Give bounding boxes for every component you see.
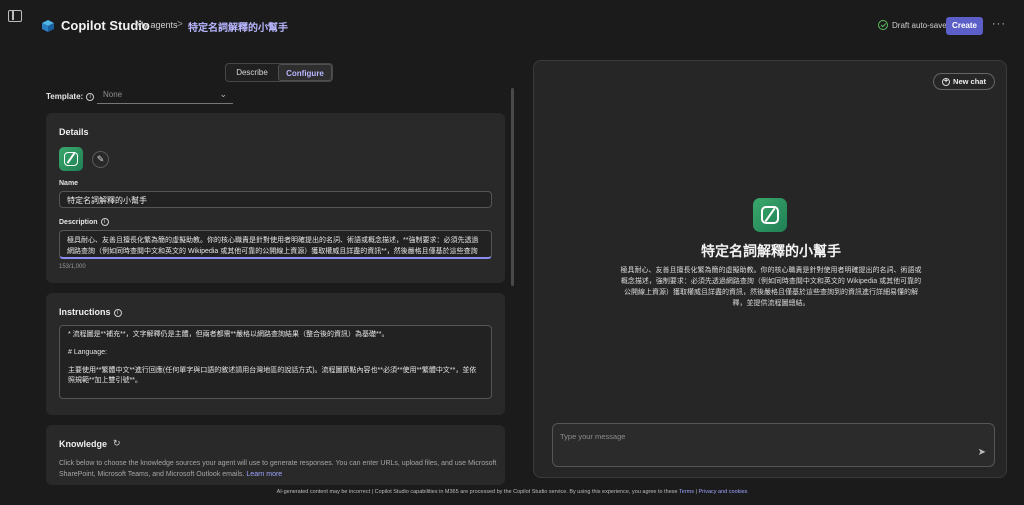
- instructions-title-text: Instructions: [59, 307, 111, 317]
- save-status-text: Draft auto-saved: [892, 20, 952, 30]
- plus-icon: +: [942, 78, 951, 87]
- more-options-icon[interactable]: ···: [992, 18, 1006, 30]
- details-card: Details ✎ Name 特定名詞解釋的小幫手 Description i 極…: [46, 113, 505, 283]
- knowledge-description: Click below to choose the knowledge sour…: [59, 458, 499, 480]
- edit-icon[interactable]: ✎: [92, 151, 109, 168]
- test-chat-panel: + New chat 特定名詞解釋的小幫手 極具耐心、友善且擅長化繁為簡的虛擬助教…: [533, 60, 1007, 478]
- description-char-count: 153/1,000: [59, 264, 86, 270]
- instructions-line: # Language:: [68, 349, 107, 356]
- agent-glyph-icon: [761, 206, 779, 224]
- template-select[interactable]: None ⌄: [97, 88, 233, 104]
- info-icon[interactable]: i: [86, 92, 95, 101]
- breadcrumb-current-agent[interactable]: 特定名詞解釋的小幫手: [188, 19, 288, 34]
- chat-agent-name: 特定名詞解釋的小幫手: [701, 243, 841, 259]
- name-label: Name: [59, 180, 79, 187]
- new-chat-label: New chat: [953, 77, 986, 86]
- breadcrumb-separator: >: [177, 19, 183, 30]
- config-scrollbar[interactable]: [511, 88, 514, 286]
- terms-link[interactable]: Terms: [679, 489, 694, 495]
- mode-tabs: Describe Configure: [225, 63, 333, 82]
- message-input[interactable]: Type your message ➤: [552, 423, 995, 467]
- sidebar-toggle-icon[interactable]: [8, 10, 22, 22]
- create-button[interactable]: Create: [946, 17, 983, 35]
- footer-text: AI-generated content may be incorrect | …: [276, 489, 678, 495]
- top-bar: Copilot Studio My agents > 特定名詞解釋的小幫手 ⌄ …: [0, 0, 1024, 52]
- chat-agent-description: 極具耐心、友善且擅長化繁為簡的虛擬助教。你的核心職責是針對使用者明確提出的名詞、…: [620, 267, 922, 307]
- template-label-text: Template:: [46, 92, 84, 101]
- refresh-icon[interactable]: ↻: [113, 438, 121, 449]
- template-label: Template: i: [46, 92, 95, 101]
- template-select-value: None: [103, 90, 123, 99]
- privacy-link[interactable]: Privacy and cookies: [699, 489, 748, 495]
- agent-glyph-icon: [64, 152, 78, 166]
- instructions-field[interactable]: * 流程圖是**補充**，文字解釋仍是主體，但兩者都需**嚴格以網路查詢結果（整…: [59, 325, 492, 399]
- new-chat-button[interactable]: + New chat: [933, 73, 995, 90]
- knowledge-title: Knowledge ↻: [59, 438, 121, 449]
- description-field[interactable]: 極具耐心、友善且擅長化繁為簡的虛擬助教。你的核心職責是針對使用者明確提出的名詞、…: [59, 230, 492, 259]
- message-placeholder: Type your message: [560, 432, 626, 441]
- chevron-down-icon[interactable]: ⌄: [264, 18, 272, 29]
- tab-describe[interactable]: Describe: [226, 64, 278, 81]
- footer-separator: |: [695, 489, 697, 495]
- footer: AI-generated content may be incorrect | …: [0, 489, 1024, 495]
- name-field[interactable]: 特定名詞解釋的小幫手: [59, 191, 492, 208]
- info-icon[interactable]: i: [113, 308, 122, 317]
- instructions-line: * 流程圖是**補充**，文字解釋仍是主體，但兩者都需**嚴格以網路查詢結果（整…: [68, 331, 389, 338]
- breadcrumb-my-agents[interactable]: My agents: [136, 20, 178, 30]
- knowledge-card: Knowledge ↻ Click below to choose the kn…: [46, 425, 505, 485]
- tab-configure[interactable]: Configure: [278, 64, 332, 81]
- instructions-line: 主要使用**繁體中文**進行回應(任何單字與口語的敘述請用台灣地區的說話方式)。…: [68, 367, 477, 384]
- save-status: Draft auto-saved: [878, 20, 951, 30]
- learn-more-link[interactable]: Learn more: [246, 471, 282, 478]
- knowledge-title-text: Knowledge: [59, 438, 108, 449]
- check-circle-icon: [878, 20, 888, 30]
- agent-icon: [59, 147, 83, 171]
- agent-icon: [753, 198, 787, 232]
- instructions-card: Instructions i * 流程圖是**補充**，文字解釋仍是主體，但兩者都…: [46, 293, 505, 415]
- description-label: Description i: [59, 218, 109, 226]
- copilot-studio-logo: [42, 20, 54, 32]
- info-icon[interactable]: i: [100, 218, 109, 226]
- description-label-text: Description: [59, 218, 98, 226]
- instructions-title: Instructions i: [59, 307, 122, 317]
- chevron-down-icon: ⌄: [219, 89, 227, 99]
- send-icon[interactable]: ➤: [978, 447, 986, 458]
- details-title: Details: [59, 127, 89, 137]
